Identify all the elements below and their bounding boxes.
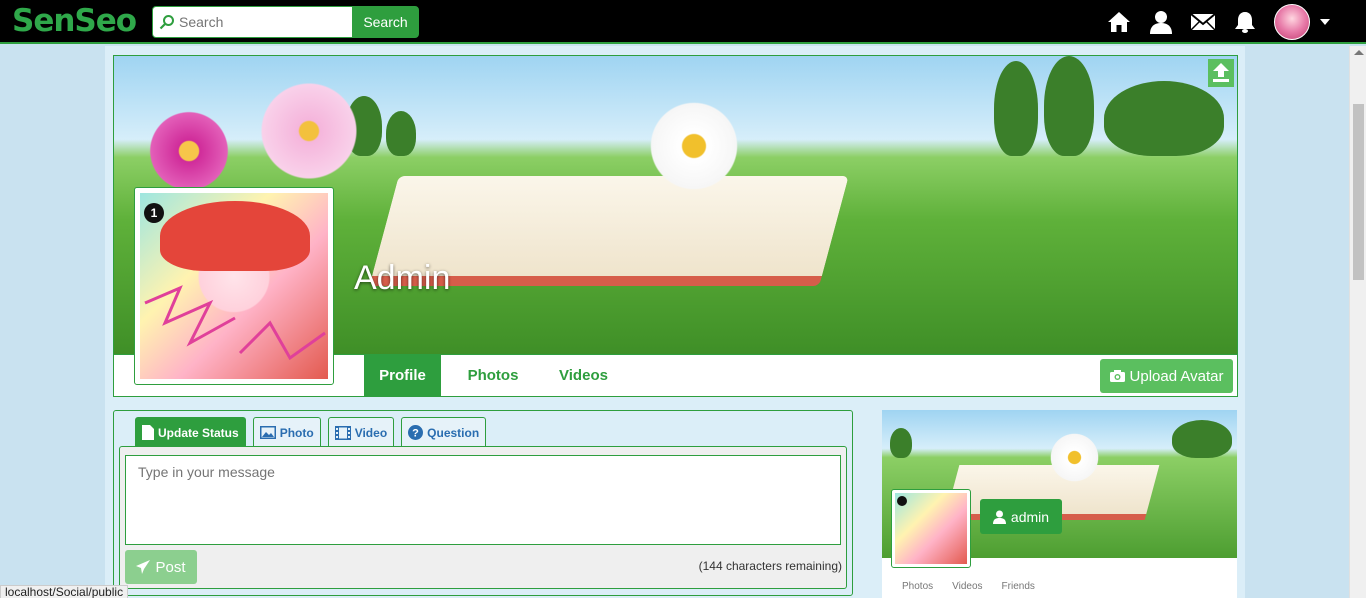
search-form: Search [152,6,420,38]
upload-avatar-label: Upload Avatar [1129,367,1224,385]
composer-tab-label: Update Status [158,425,239,440]
profile-avatar: 1 [140,193,328,379]
scroll-up-icon[interactable] [1354,50,1364,55]
mini-cover-daisy [1047,430,1102,485]
search-icon [159,15,174,30]
top-navbar: SenSeo Search [0,0,1366,44]
composer-tab-label: Video [354,425,388,440]
composer-tab-label: Photo [279,425,314,440]
composer-tab-update-status[interactable]: Update Status [135,417,246,447]
tab-photos[interactable]: Photos [454,355,532,396]
camera-icon [1109,370,1125,382]
cover-tree [386,111,416,156]
nav-icon-group [1106,4,1330,40]
composer-tab-label: Question [427,425,480,440]
cover-tree [994,61,1038,156]
mini-card-tabs: Photos Videos Friends [902,581,1035,592]
composer-tabs: Update Status Photo Video ? Question [135,417,487,447]
cover-tree [890,428,912,458]
cover-tree [1172,420,1232,458]
mini-profile-card: admin Photos Videos Friends [882,410,1237,598]
mini-tab-videos[interactable]: Videos [952,581,982,592]
post-label: Post [155,558,186,576]
upload-icon [1213,63,1229,82]
search-button[interactable]: Search [352,6,419,38]
upload-avatar-button[interactable]: Upload Avatar [1100,359,1233,393]
chevron-down-icon[interactable] [1320,19,1330,25]
char-count: (144 characters remaining) [698,559,842,573]
send-icon [136,560,151,574]
avatar-hair [160,201,310,271]
film-icon [334,425,351,440]
tab-profile[interactable]: Profile [364,355,441,396]
user-icon[interactable] [1148,9,1174,35]
scroll-thumb[interactable] [1353,104,1364,280]
status-bar-url: localhost/Social/public [0,585,129,598]
composer-tab-video[interactable]: Video [327,417,395,447]
page-scrollbar[interactable] [1349,46,1366,598]
mini-avatar-image [895,493,967,564]
search-input[interactable] [152,6,354,38]
message-input[interactable] [125,455,841,545]
brand-logo[interactable]: SenSeo [12,3,137,39]
mini-tab-photos[interactable]: Photos [902,581,933,592]
mini-avatar-badge [897,496,907,506]
post-button[interactable]: Post [125,550,197,584]
mail-icon[interactable] [1190,9,1216,35]
image-icon [259,426,276,439]
cover-tree [1044,56,1094,156]
user-avatar[interactable] [1274,4,1310,40]
main-container: Admin Profile Photos Videos Upload Avata… [105,46,1245,598]
avatar-squiggle [144,285,326,361]
avatar-badge: 1 [144,203,164,223]
question-icon: ? [408,425,424,440]
cover-flower [144,106,234,196]
mini-tab-friends[interactable]: Friends [1002,581,1035,592]
home-icon[interactable] [1106,9,1132,35]
svg-text:?: ? [412,428,419,440]
user-icon [992,510,1006,524]
tab-videos[interactable]: Videos [546,355,621,396]
profile-avatar-card[interactable]: 1 [134,187,334,385]
document-icon [142,425,154,440]
mini-avatar[interactable] [891,489,971,568]
cover-flower [254,76,364,186]
status-composer: Update Status Photo Video ? Question Pos… [113,410,853,596]
profile-username: admin [1010,508,1050,525]
cover-tree [1104,81,1224,156]
upload-cover-button[interactable] [1208,59,1234,87]
cover-daisy [644,96,744,196]
composer-tab-photo[interactable]: Photo [252,417,321,447]
profile-name: Admin [354,259,451,297]
profile-username-button[interactable]: admin [980,499,1062,534]
composer-body: Post (144 characters remaining) [119,446,847,589]
bell-icon[interactable] [1232,9,1258,35]
composer-tab-question[interactable]: ? Question [401,417,487,447]
